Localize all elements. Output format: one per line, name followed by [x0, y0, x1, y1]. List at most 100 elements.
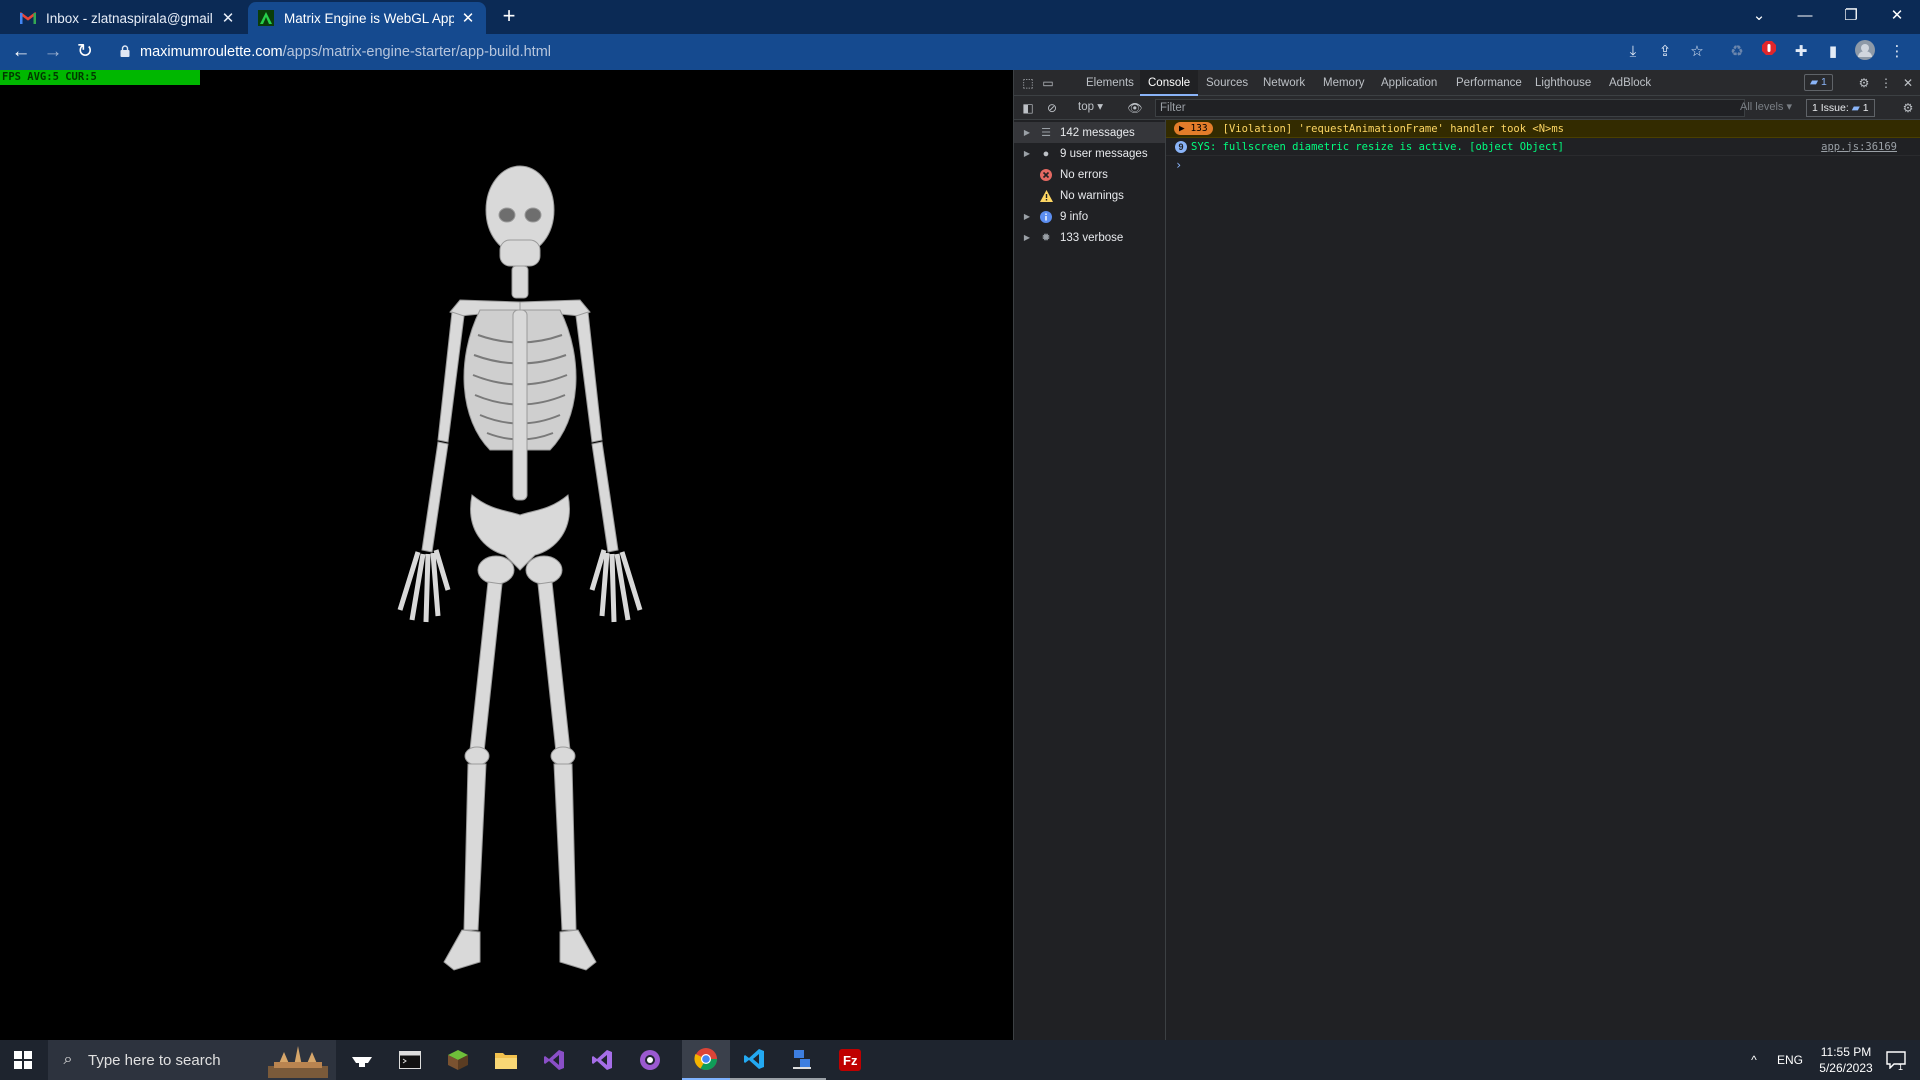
svg-text:Fz: Fz	[843, 1053, 858, 1068]
matrix-engine-app-icon[interactable]	[338, 1040, 386, 1080]
tab-memory[interactable]: Memory	[1323, 70, 1365, 96]
tab-sources[interactable]: Sources	[1206, 70, 1248, 96]
devtools-panel: ⬚ ▭ Elements Console Sources Network Mem…	[1013, 70, 1920, 1040]
close-icon[interactable]: ✕	[460, 9, 476, 27]
avatar[interactable]	[1853, 40, 1877, 64]
windows-start-icon[interactable]	[0, 1040, 46, 1080]
console-message-info[interactable]: 9 SYS: fullscreen diametric resize is ac…	[1166, 138, 1920, 156]
sidebar-item-info[interactable]: ▶ 9 info	[1014, 206, 1165, 227]
repeat-count-badge: ▶ 133	[1174, 122, 1213, 135]
adblock-extension-icon[interactable]	[1757, 40, 1781, 64]
error-icon	[1038, 167, 1054, 183]
verbose-icon: ✹	[1041, 232, 1051, 244]
console-prompt[interactable]: ›	[1175, 158, 1182, 172]
levels-label: All levels	[1740, 101, 1784, 113]
address-bar[interactable]: maximumroulette.com/apps/matrix-engine-s…	[110, 38, 1620, 66]
settings-gear-icon[interactable]: ⚙	[1856, 75, 1872, 91]
console-sidebar: ▶ ☰ 142 messages ▶ ● 9 user messages No …	[1014, 120, 1166, 1040]
forward-icon[interactable]: →	[40, 39, 66, 65]
tab-performance[interactable]: Performance	[1456, 70, 1522, 96]
minecraft-icon[interactable]	[434, 1040, 482, 1080]
tab-network[interactable]: Network	[1263, 70, 1305, 96]
browser-toolbar: ← → ↻ maximumroulette.com/apps/matrix-en…	[0, 34, 1920, 70]
issues-label: 1 Issue:	[1812, 102, 1849, 114]
issues-badge[interactable]: ▰ 1	[1804, 74, 1833, 91]
extensions-icon[interactable]: ✚	[1789, 40, 1813, 64]
expand-arrow-icon[interactable]: ▶	[1020, 233, 1034, 242]
sidebar-item-label: 9 info	[1060, 210, 1089, 223]
lock-icon[interactable]	[120, 44, 130, 60]
expand-arrow-icon[interactable]: ▶	[1020, 212, 1034, 221]
tab-elements[interactable]: Elements	[1086, 70, 1134, 96]
close-devtools-icon[interactable]: ✕	[1900, 75, 1916, 91]
device-toolbar-icon[interactable]: ▭	[1040, 75, 1056, 91]
log-levels-dropdown[interactable]: All levels ▾	[1740, 100, 1792, 113]
browser-menu-icon[interactable]: ⋮	[1885, 40, 1909, 64]
sidebar-toggle-icon[interactable]: ◧	[1020, 100, 1036, 116]
back-icon[interactable]: ←	[8, 39, 34, 65]
share-icon[interactable]: ⇪	[1653, 40, 1677, 64]
chevron-down-icon: ▾	[1786, 101, 1792, 113]
recycle-extension-icon[interactable]: ♻	[1725, 40, 1749, 64]
sidebar-item-user-messages[interactable]: ▶ ● 9 user messages	[1014, 143, 1165, 164]
context-selector[interactable]: top ▾	[1078, 99, 1103, 113]
context-label: top	[1078, 101, 1094, 113]
clock[interactable]: 11:55 PM 5/26/2023	[1808, 1040, 1884, 1080]
inspect-element-icon[interactable]: ⬚	[1020, 75, 1036, 91]
side-panel-icon[interactable]: ▮	[1821, 40, 1845, 64]
restore-button[interactable]: ❐	[1828, 0, 1874, 30]
chrome-icon[interactable]	[682, 1040, 730, 1080]
source-link[interactable]: app.js:36169	[1821, 141, 1897, 153]
new-tab-button[interactable]: +	[497, 4, 521, 28]
reload-icon[interactable]: ↻	[72, 39, 98, 65]
expand-arrow-icon[interactable]: ▶	[1020, 128, 1034, 137]
github-desktop-icon[interactable]	[626, 1040, 674, 1080]
skeleton-model	[397, 165, 643, 971]
terminal-icon[interactable]	[386, 1040, 434, 1080]
minimize-button[interactable]: —	[1782, 0, 1828, 30]
install-app-icon[interactable]: ⤓	[1621, 40, 1645, 64]
tab-matrix-engine[interactable]: Matrix Engine is WebGL App/Game ✕	[248, 2, 486, 34]
live-expression-eye-icon[interactable]: 👁	[1127, 100, 1143, 116]
vscode-icon[interactable]	[730, 1040, 778, 1080]
network-tool-icon[interactable]	[778, 1040, 826, 1080]
filezilla-icon[interactable]: Fz	[826, 1040, 874, 1080]
show-hidden-icons-chevron-icon[interactable]: ^	[1742, 1040, 1766, 1080]
webgl-canvas[interactable]: FPS AVG:5 CUR:5	[0, 70, 1013, 1040]
tab-search-icon[interactable]: ⌄	[1736, 0, 1782, 30]
close-window-button[interactable]: ✕	[1874, 0, 1920, 30]
file-explorer-icon[interactable]	[482, 1040, 530, 1080]
tab-console[interactable]: Console	[1140, 70, 1199, 96]
issues-button[interactable]: 1 Issue: ▰ 1	[1806, 99, 1875, 117]
bookmark-star-icon[interactable]: ☆	[1685, 40, 1709, 64]
sidebar-item-warnings[interactable]: No warnings	[1014, 185, 1165, 206]
sidebar-item-verbose[interactable]: ▶ ✹ 133 verbose	[1014, 227, 1165, 248]
console-message-violation[interactable]: ▶ 133 [Violation] 'requestAnimationFrame…	[1166, 120, 1920, 138]
tab-application[interactable]: Application	[1381, 70, 1437, 96]
console-filter-input[interactable]: Filter	[1155, 99, 1745, 117]
message-text: [Violation] 'requestAnimationFrame' hand…	[1222, 122, 1564, 135]
search-icon: ⌕	[63, 1051, 73, 1068]
tab-adblock[interactable]: AdBlock	[1609, 70, 1651, 96]
close-icon[interactable]: ✕	[220, 9, 236, 27]
search-placeholder: Type here to search	[88, 1051, 221, 1069]
language-indicator[interactable]: ENG	[1770, 1040, 1810, 1080]
clear-console-icon[interactable]: ⊘	[1044, 100, 1060, 116]
visual-studio-alt-icon[interactable]	[578, 1040, 626, 1080]
more-options-icon[interactable]: ⋮	[1878, 75, 1894, 91]
sidebar-item-label: 9 user messages	[1060, 147, 1148, 160]
tab-inbox[interactable]: Inbox - zlatnaspirala@gmail.com ✕	[10, 2, 246, 34]
repeat-count-badge: 9	[1175, 140, 1187, 153]
visual-studio-icon[interactable]	[530, 1040, 578, 1080]
taskbar-search-box[interactable]: ⌕ Type here to search	[48, 1040, 336, 1080]
sidebar-item-messages[interactable]: ▶ ☰ 142 messages	[1014, 122, 1165, 143]
console-toolbar: ◧ ⊘ top ▾ 👁 Filter All levels ▾ 1 Issue:…	[1014, 96, 1920, 120]
expand-arrow-icon[interactable]: ▶	[1020, 149, 1034, 158]
console-settings-gear-icon[interactable]: ⚙	[1900, 100, 1916, 116]
sidebar-item-errors[interactable]: No errors	[1014, 164, 1165, 185]
clock-date: 5/26/2023	[1819, 1061, 1873, 1075]
console-output[interactable]: ▶ 133 [Violation] 'requestAnimationFrame…	[1166, 120, 1920, 1040]
tab-lighthouse[interactable]: Lighthouse	[1535, 70, 1591, 96]
screen: Inbox - zlatnaspirala@gmail.com ✕ Matrix…	[0, 0, 1920, 1080]
notifications-icon[interactable]: 1	[1876, 1040, 1916, 1080]
